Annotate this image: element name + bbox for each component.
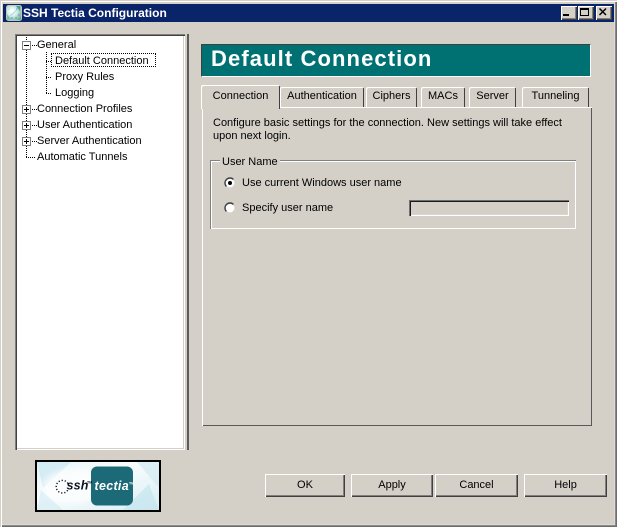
svg-text:ssh: ssh — [67, 479, 89, 493]
svg-text:tectia: tectia — [95, 479, 129, 493]
svg-text:TM: TM — [129, 482, 134, 486]
svg-text:TM: TM — [87, 481, 92, 485]
